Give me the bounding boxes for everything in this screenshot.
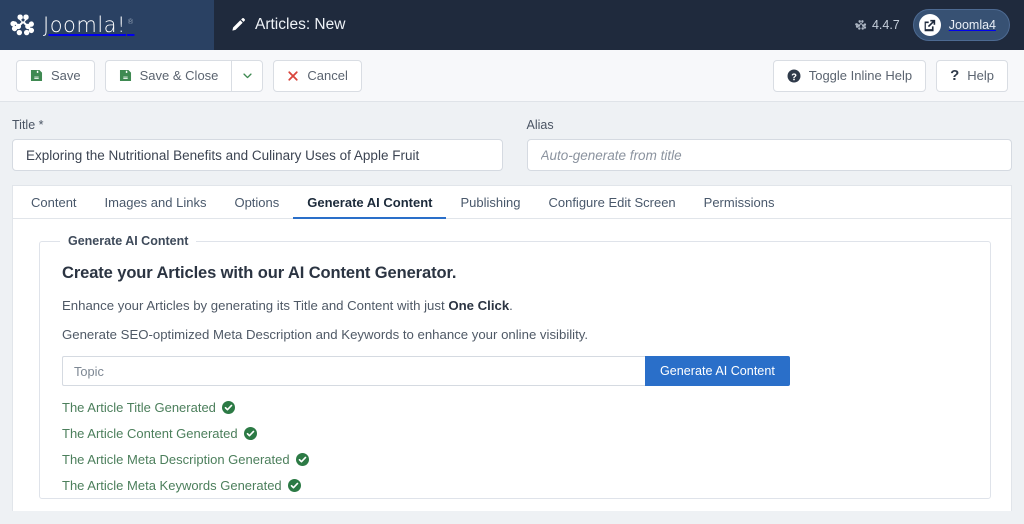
ai-content-tabpanel: Generate AI Content Create your Articles…	[13, 219, 1011, 499]
version-number: 4.4.7	[871, 18, 900, 32]
toolbar: Save Save & Close Cancel Toggle Inline H…	[0, 50, 1024, 102]
check-circle-icon	[295, 453, 309, 466]
chevron-down-icon	[242, 70, 253, 81]
question-mark-icon: ?	[950, 67, 960, 84]
toggle-inline-help-button[interactable]: Toggle Inline Help	[772, 59, 927, 92]
topic-input[interactable]	[62, 356, 645, 386]
status-text: The Article Meta Description Generated	[62, 452, 290, 467]
top-header-bar: Joomla!® Articles: New 4.4.7 Joomla4	[0, 0, 1024, 50]
status-line: The Article Meta Description Generated	[62, 452, 966, 467]
save-and-close-label: Save & Close	[139, 68, 219, 83]
para1-after-text: .	[509, 298, 513, 313]
generate-ai-content-button[interactable]: Generate AI Content	[645, 356, 790, 386]
para1-bold-text: One Click	[448, 298, 510, 313]
tab-bar: Content Images and Links Options Generat…	[13, 186, 1011, 219]
title-alias-row: Title * Alias	[0, 102, 1024, 185]
joomla-logo-link[interactable]: Joomla!®	[10, 12, 134, 38]
alias-field-group: Alias	[526, 118, 1012, 171]
tab-label: Publishing	[460, 194, 521, 210]
ai-generator-description-2: Generate SEO-optimized Meta Description …	[62, 327, 589, 342]
title-field-group: Title *	[12, 118, 503, 171]
tab-label: Configure Edit Screen	[548, 194, 676, 210]
ai-generator-heading: Create your Articles with our AI Content…	[62, 264, 457, 282]
tab-label: Images and Links	[104, 194, 207, 210]
tab-images-and-links[interactable]: Images and Links	[91, 186, 221, 218]
tab-publishing[interactable]: Publishing	[446, 186, 534, 218]
brand-area: Joomla!®	[0, 0, 214, 50]
joomla-wordmark: Joomla!®	[43, 12, 135, 37]
status-text: The Article Content Generated	[62, 426, 238, 441]
status-text: The Article Meta Keywords Generated	[62, 478, 282, 493]
version-indicator: 4.4.7	[855, 18, 900, 32]
status-text: The Article Title Generated	[62, 400, 216, 415]
joomla-mark-icon	[855, 19, 867, 31]
page-title: Articles: New	[255, 16, 346, 33]
save-button-label: Save	[51, 68, 81, 83]
title-input[interactable]	[12, 139, 503, 171]
tab-options[interactable]: Options	[220, 186, 293, 218]
toolbar-right-group: Toggle Inline Help ? Help	[772, 59, 1008, 92]
tab-label: Options	[234, 194, 280, 210]
page-title-group: Articles: New	[230, 16, 345, 34]
status-line: The Article Content Generated	[62, 426, 966, 441]
joomla-logo-icon	[10, 12, 36, 38]
alias-label: Alias	[526, 118, 554, 132]
check-circle-icon	[243, 427, 257, 440]
check-circle-icon	[221, 401, 235, 414]
tab-label: Content	[31, 194, 77, 210]
save-and-close-button[interactable]: Save & Close	[104, 59, 232, 92]
para1-before-text: Enhance your Articles by generating its …	[62, 298, 449, 313]
check-circle-icon	[287, 479, 301, 492]
cancel-button[interactable]: Cancel	[273, 59, 362, 92]
edit-panel: Content Images and Links Options Generat…	[12, 185, 1012, 511]
topic-input-row: Generate AI Content	[62, 356, 966, 386]
tab-content[interactable]: Content	[17, 186, 91, 218]
preview-site-button[interactable]: Joomla4	[912, 9, 1010, 41]
save-button[interactable]: Save	[16, 59, 95, 92]
generate-ai-content-fieldset: Generate AI Content Create your Articles…	[39, 234, 991, 499]
floppy-save-icon	[119, 69, 132, 82]
help-button[interactable]: ? Help	[936, 59, 1008, 92]
ai-generator-description-1: Enhance your Articles by generating its …	[62, 298, 966, 313]
save-options-dropdown-toggle[interactable]	[231, 59, 264, 92]
help-button-label: Help	[967, 68, 994, 83]
save-close-button-group: Save & Close	[104, 59, 264, 92]
floppy-save-icon	[30, 69, 43, 82]
fieldset-legend: Generate AI Content	[60, 234, 197, 248]
title-label: Title *	[12, 118, 44, 132]
external-link-icon	[918, 14, 941, 36]
tab-label: Permissions	[703, 194, 775, 210]
pencil-icon	[230, 17, 246, 33]
tab-permissions[interactable]: Permissions	[690, 186, 789, 218]
preview-site-label: Joomla4	[948, 18, 996, 32]
toolbar-left-group: Save Save & Close Cancel	[16, 59, 362, 92]
close-x-icon	[287, 70, 299, 82]
header-main: Articles: New 4.4.7 Joomla4	[214, 0, 1024, 50]
status-line: The Article Title Generated	[62, 400, 966, 415]
tab-generate-ai-content[interactable]: Generate AI Content	[293, 186, 447, 219]
header-right-group: 4.4.7 Joomla4	[855, 9, 1010, 41]
trademark-mark: ®	[126, 17, 135, 26]
cancel-button-label: Cancel	[307, 68, 348, 83]
question-circle-icon	[787, 69, 801, 83]
toggle-inline-help-label: Toggle Inline Help	[808, 68, 913, 83]
tab-label: Generate AI Content	[307, 194, 433, 210]
generation-status-list: The Article Title Generated The Article …	[62, 400, 966, 493]
tab-configure-edit-screen[interactable]: Configure Edit Screen	[534, 186, 689, 218]
alias-input[interactable]	[526, 139, 1012, 171]
status-line: The Article Meta Keywords Generated	[62, 478, 966, 493]
